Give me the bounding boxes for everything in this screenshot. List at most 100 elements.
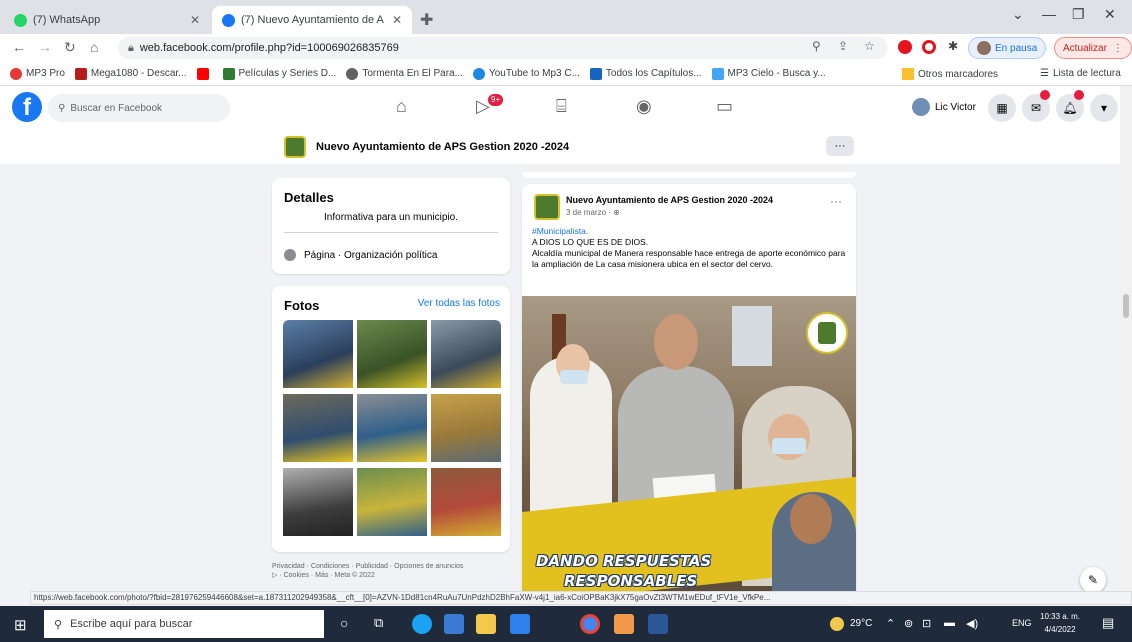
photo-thumbnail[interactable] xyxy=(431,394,501,462)
divider xyxy=(284,232,498,233)
maximize-icon[interactable]: ❐ xyxy=(1072,6,1085,23)
store-icon[interactable] xyxy=(444,614,464,634)
groups-nav-icon[interactable]: ◉ xyxy=(636,96,652,117)
photos-card: Fotos Ver todas las fotos xyxy=(272,286,510,552)
tab-title: (7) Nuevo Ayuntamiento de APS xyxy=(241,14,384,26)
profile-button[interactable]: En pausa xyxy=(968,37,1047,59)
photo-thumbnail[interactable] xyxy=(431,320,501,388)
municipality-logo-icon xyxy=(806,312,848,354)
post-timestamp[interactable]: 3 de marzo · ⊕ xyxy=(566,208,620,217)
home-icon[interactable]: ⌂ xyxy=(90,39,98,55)
photo-thumbnail[interactable] xyxy=(283,394,353,462)
new-message-icon[interactable]: ✎ xyxy=(1080,567,1106,593)
bookmark-item[interactable]: Películas y Series D... xyxy=(222,67,336,80)
browser-tab-strip: (7) WhatsApp ✕ (7) Nuevo Ayuntamiento de… xyxy=(0,0,1132,34)
facebook-logo-icon[interactable]: f xyxy=(12,92,42,122)
tray-network-icon[interactable]: ⊡ xyxy=(922,617,931,630)
action-center-icon[interactable]: ▤ xyxy=(1102,615,1114,631)
post-author-avatar[interactable] xyxy=(534,194,560,220)
taskbar-clock[interactable]: 10:33 a. m. 4/4/2022 xyxy=(1040,610,1080,636)
menu-grid-icon[interactable]: ▦ xyxy=(988,94,1016,122)
chrome-icon[interactable] xyxy=(580,614,600,634)
zoom-icon[interactable]: ⚲ xyxy=(812,39,821,53)
close-tab-icon[interactable]: ✕ xyxy=(190,13,200,27)
windows-start-icon[interactable]: ⊞ xyxy=(14,616,27,634)
other-bookmarks[interactable]: Otros marcadores xyxy=(902,68,998,80)
minimize-icon[interactable]: — xyxy=(1042,6,1056,22)
profile-link[interactable]: Lic Victor xyxy=(912,98,976,116)
new-tab-icon[interactable]: ✚ xyxy=(420,10,433,30)
photo-thumbnail[interactable] xyxy=(357,320,427,388)
address-bar[interactable]: 🔒︎ web.facebook.com/profile.php?id=10006… xyxy=(118,37,888,59)
forward-icon[interactable]: → xyxy=(38,39,52,55)
footer-line[interactable]: ▷ · Cookies · Más · Meta © 2022 xyxy=(272,571,510,580)
back-icon[interactable]: ← xyxy=(12,39,26,55)
footer-line[interactable]: Privacidad · Condiciones · Publicidad · … xyxy=(272,562,510,571)
bookmark-item[interactable]: MP3 Cielo - Busca y... xyxy=(711,67,826,80)
taskbar-search-input[interactable]: ⚲ Escribe aquí para buscar xyxy=(44,610,324,638)
tray-app-icon[interactable]: ⊚ xyxy=(904,617,913,630)
bookmark-item[interactable]: Tormenta En El Para... xyxy=(346,67,463,80)
photo-thumbnail[interactable] xyxy=(283,320,353,388)
page-scrollbar[interactable] xyxy=(1120,86,1132,606)
bookmark-item[interactable]: Todos los Capítulos... xyxy=(589,67,702,80)
close-window-icon[interactable]: ✕ xyxy=(1104,6,1116,23)
more-options-button[interactable]: ··· xyxy=(826,136,854,156)
profile-avatar-icon xyxy=(977,41,991,55)
photo-thumbnail[interactable] xyxy=(431,468,501,536)
bookmark-item[interactable]: Mega1080 - Descar... xyxy=(74,67,187,80)
photo-thumbnail[interactable] xyxy=(283,468,353,536)
scrollbar-thumb[interactable] xyxy=(1123,294,1129,318)
bookmark-item[interactable]: YouTube to Mp3 C... xyxy=(472,67,580,80)
photo-thumbnail[interactable] xyxy=(357,468,427,536)
language-indicator[interactable]: ENG xyxy=(1012,618,1032,628)
page-name[interactable]: Nuevo Ayuntamiento de APS Gestion 2020 -… xyxy=(316,141,569,153)
extensions-puzzle-icon[interactable]: ✱ xyxy=(948,39,958,53)
extension-red-icon[interactable] xyxy=(898,40,912,54)
cortana-icon[interactable]: ○ xyxy=(340,615,348,631)
home-nav-icon[interactable]: ⌂ xyxy=(396,96,407,117)
reload-icon[interactable]: ↻ xyxy=(64,39,76,56)
update-button[interactable]: Actualizar ⋮ xyxy=(1054,37,1132,59)
footer-links: Privacidad · Condiciones · Publicidad · … xyxy=(272,562,510,580)
word-icon[interactable] xyxy=(648,614,668,634)
details-heading: Detalles xyxy=(284,190,334,205)
tab-title: (7) WhatsApp xyxy=(33,14,101,26)
file-explorer-icon[interactable] xyxy=(476,614,496,634)
post-image[interactable]: DANDO RESPUESTAS RESPONSABLES xyxy=(522,296,856,604)
bookmark-item[interactable]: MP3 Pro xyxy=(10,67,65,80)
marketplace-nav-icon[interactable]: ⌸ xyxy=(556,96,567,117)
bookmark-star-icon[interactable]: ☆ xyxy=(864,39,875,53)
banner-line-2: RESPONSABLES xyxy=(564,572,698,590)
reading-list[interactable]: ☰ Lista de lectura xyxy=(1040,68,1121,79)
app-icon[interactable] xyxy=(614,614,634,634)
share-icon[interactable]: ⇪ xyxy=(838,39,848,53)
bookmark-label: Todos los Capítulos... xyxy=(605,68,702,79)
post-author[interactable]: Nuevo Ayuntamiento de APS Gestion 2020 -… xyxy=(566,195,773,205)
capitulos-icon xyxy=(589,67,602,80)
info-icon xyxy=(284,249,296,261)
tray-battery-icon[interactable]: ▬ xyxy=(944,617,955,629)
post-hashtag[interactable]: #Municipalista. xyxy=(532,226,846,237)
youtube-mp3-icon xyxy=(472,67,485,80)
close-tab-icon[interactable]: ✕ xyxy=(392,13,402,27)
tab-whatsapp[interactable]: (7) WhatsApp ✕ xyxy=(4,6,210,34)
edge-browser-icon[interactable] xyxy=(412,614,432,634)
weather-icon[interactable] xyxy=(830,617,844,631)
tray-volume-icon[interactable]: ◀) xyxy=(966,617,978,630)
bookmark-item[interactable] xyxy=(196,67,213,80)
account-dropdown-icon[interactable]: ▾ xyxy=(1090,94,1118,122)
opera-extension-icon[interactable] xyxy=(922,40,936,54)
tray-chevron-icon[interactable]: ⌃ xyxy=(886,617,895,630)
gaming-nav-icon[interactable]: ▭ xyxy=(716,96,733,117)
tab-facebook[interactable]: (7) Nuevo Ayuntamiento de APS ✕ xyxy=(212,6,412,34)
tab-search-icon[interactable]: ⌄ xyxy=(1012,6,1024,23)
mail-icon[interactable] xyxy=(510,614,530,634)
facebook-search-input[interactable]: ⚲ Buscar en Facebook xyxy=(48,94,230,122)
bookmark-label: MP3 Cielo - Busca y... xyxy=(727,68,826,79)
see-all-photos-link[interactable]: Ver todas las fotos xyxy=(418,298,500,309)
photo-thumbnail[interactable] xyxy=(357,394,427,462)
task-view-icon[interactable]: ⧉ xyxy=(374,615,383,631)
weather-temp[interactable]: 29°C xyxy=(850,618,872,629)
post-more-button[interactable]: ··· xyxy=(830,194,842,208)
